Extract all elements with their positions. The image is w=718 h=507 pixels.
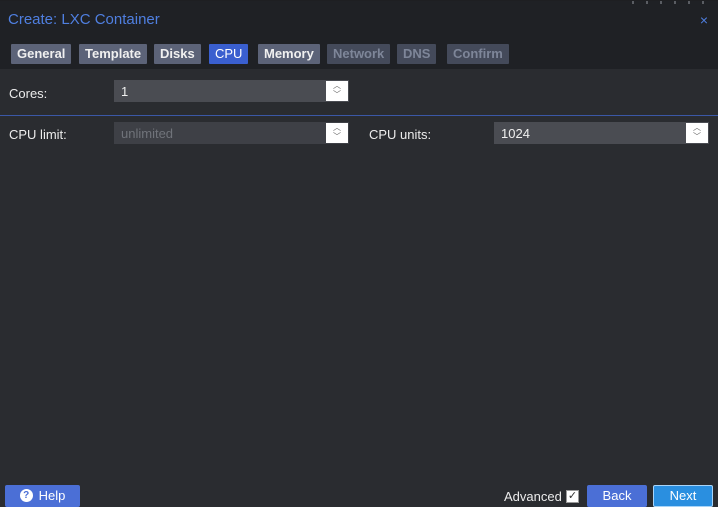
cpu-units-label: CPU units:	[369, 127, 432, 142]
section-separator	[0, 115, 718, 116]
spin-down-icon[interactable]: ﹀	[326, 90, 348, 99]
spin-up-icon[interactable]: ︿	[686, 123, 708, 132]
cpu-units-value: 1024	[501, 126, 530, 141]
tab-network: Network	[327, 44, 391, 64]
close-icon[interactable]: ×	[700, 13, 708, 27]
cpu-units-field[interactable]: 1024 ︿ ﹀	[494, 122, 709, 144]
tab-cpu[interactable]: CPU	[209, 44, 249, 64]
spin-down-icon[interactable]: ﹀	[686, 132, 708, 141]
help-label: Help	[38, 488, 66, 503]
resize-grip	[632, 1, 634, 4]
resize-grip	[674, 1, 676, 4]
tab-memory[interactable]: Memory	[258, 44, 320, 64]
back-button[interactable]: Back	[587, 485, 647, 507]
cores-field[interactable]: 1 ︿ ﹀	[114, 80, 349, 102]
spin-up-icon[interactable]: ︿	[326, 123, 348, 132]
cores-spinner[interactable]: ︿ ﹀	[326, 81, 348, 101]
spin-down-icon[interactable]: ﹀	[326, 132, 348, 141]
cpu-limit-label: CPU limit:	[9, 127, 67, 142]
advanced-checkbox[interactable]: ✓	[566, 490, 579, 503]
checkmark-icon: ✓	[567, 490, 578, 502]
cpu-limit-field[interactable]: unlimited ︿ ﹀	[114, 122, 349, 144]
resize-grip	[660, 1, 662, 4]
tab-dns: DNS	[397, 44, 437, 64]
tab-general[interactable]: General	[11, 44, 72, 64]
help-button[interactable]: ? Help	[5, 485, 80, 507]
spin-up-icon[interactable]: ︿	[326, 81, 348, 90]
cpu-limit-spinner[interactable]: ︿ ﹀	[326, 123, 348, 143]
dialog-titlebar[interactable]: Create: LXC Container ×	[0, 1, 718, 39]
cpu-limit-value: unlimited	[121, 126, 174, 141]
next-button[interactable]: Next	[653, 485, 713, 507]
tab-template[interactable]: Template	[79, 44, 148, 64]
resize-grip	[646, 1, 648, 4]
resize-grip	[702, 1, 704, 4]
tab-disks[interactable]: Disks	[154, 44, 201, 64]
create-lxc-dialog: Create: LXC Container × General Template…	[0, 0, 718, 507]
question-circle-icon: ?	[19, 489, 33, 503]
advanced-label: Advanced	[504, 489, 562, 504]
resize-grip	[688, 1, 690, 4]
cores-value: 1	[121, 84, 129, 99]
tab-confirm: Confirm	[447, 44, 509, 64]
dialog-title: Create: LXC Container	[8, 11, 160, 28]
cores-label: Cores:	[9, 86, 48, 101]
wizard-tabbar: General Template Disks CPU Memory Networ…	[0, 39, 718, 69]
cpu-units-spinner[interactable]: ︿ ﹀	[686, 123, 708, 143]
